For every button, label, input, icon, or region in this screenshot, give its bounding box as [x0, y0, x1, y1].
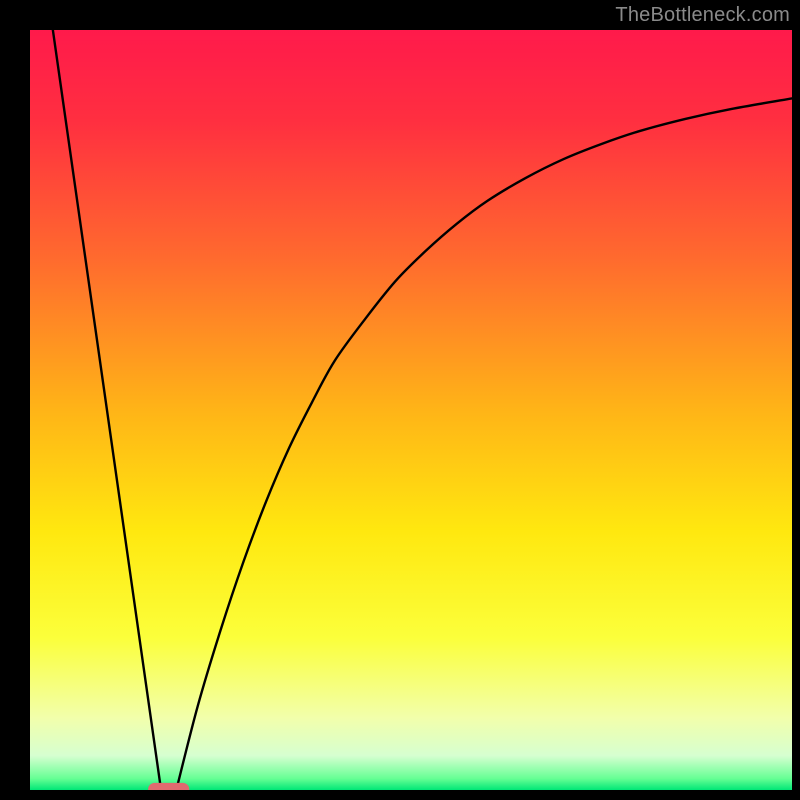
- chart-frame: TheBottleneck.com: [0, 0, 800, 800]
- plot-svg: [30, 30, 792, 790]
- watermark-text: TheBottleneck.com: [615, 4, 790, 27]
- pill-marker: [148, 783, 189, 790]
- plot-area: [30, 30, 792, 790]
- marker-group: [148, 783, 189, 790]
